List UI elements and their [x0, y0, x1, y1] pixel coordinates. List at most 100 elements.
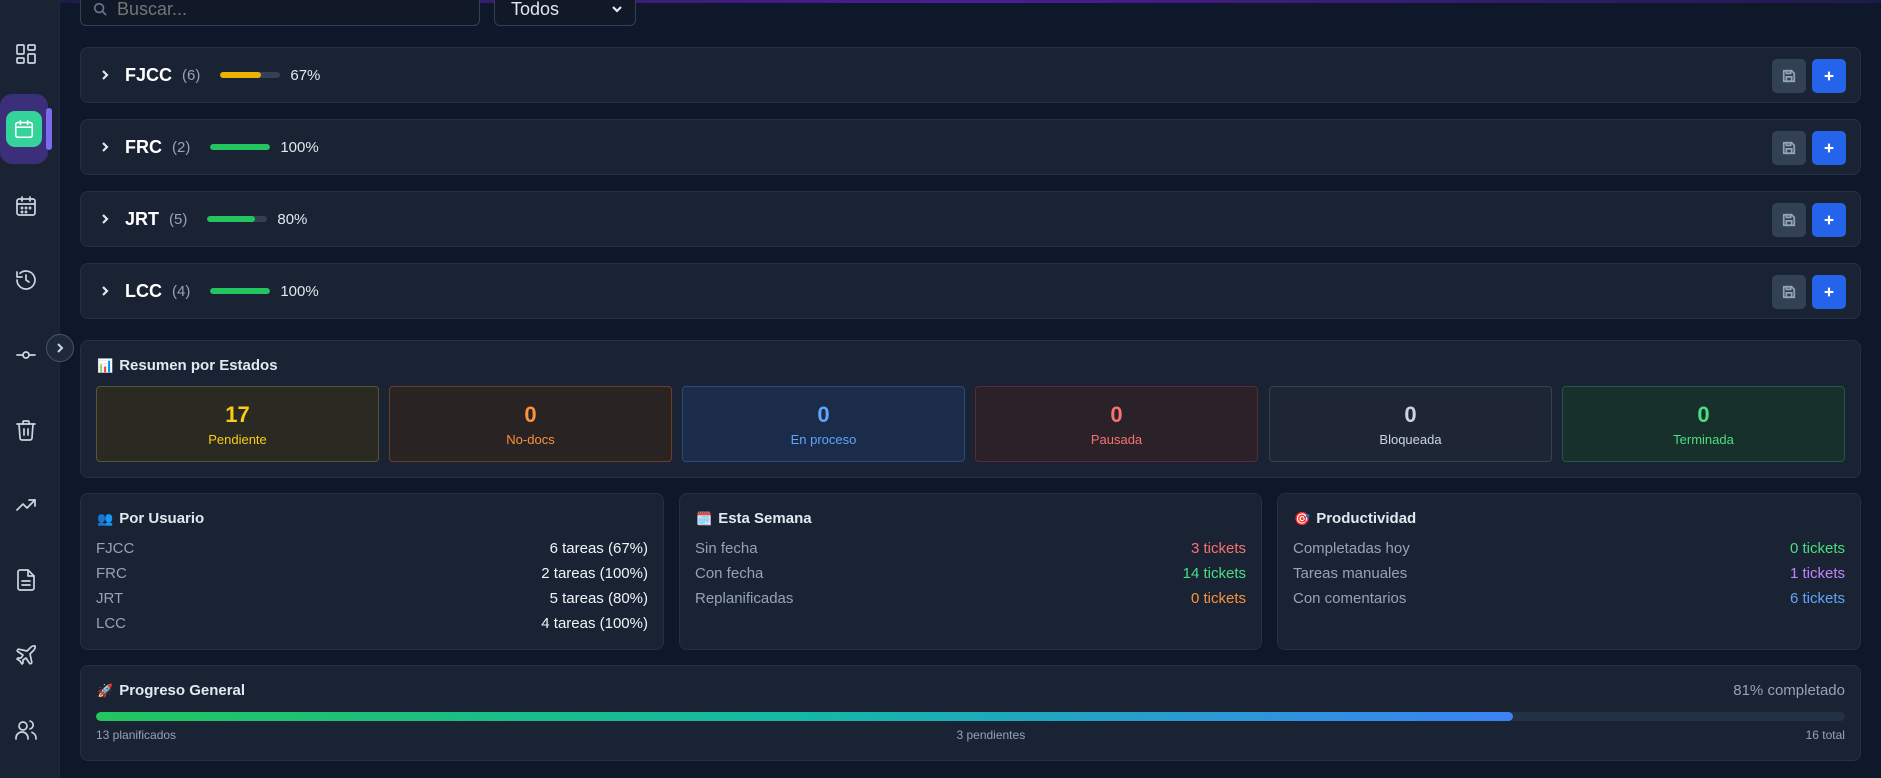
sidebar-item-dashboard[interactable] [6, 34, 46, 74]
rocket-icon: 🚀 [97, 682, 114, 698]
sidebar-item-trends[interactable] [6, 485, 46, 525]
group-progress-bar [220, 72, 281, 78]
search-box[interactable] [80, 0, 480, 26]
plus-icon [1824, 215, 1834, 225]
week-stat-row: Con fecha 14 tickets [695, 565, 1246, 582]
group-progress-fill [207, 216, 256, 222]
sidebar-item-trash[interactable] [6, 410, 46, 450]
history-icon [16, 270, 36, 290]
user-stat-row: FJCC 6 tareas (67%) [96, 540, 648, 557]
status-filter-select[interactable]: Todos [494, 0, 636, 26]
plus-icon [1824, 287, 1834, 297]
week-stat-row: Sin fecha 3 tickets [695, 540, 1246, 557]
save-button[interactable] [1772, 203, 1806, 237]
user-group-row[interactable]: FJCC (6) 67% [80, 47, 1861, 103]
status-card-bloqueada[interactable]: 0 Bloqueada [1269, 386, 1552, 462]
productivity-panel: 🎯 Productividad Completadas hoy 0 tickets… [1277, 493, 1861, 650]
chevron-right-icon[interactable] [99, 141, 111, 153]
search-input[interactable] [117, 0, 437, 20]
save-icon [1782, 69, 1796, 83]
status-card-value: 0 [1404, 401, 1417, 427]
user-group-row[interactable]: LCC (4) 100% [80, 263, 1861, 319]
group-progress-label: 67% [290, 66, 321, 84]
status-summary-panel: 📊 Resumen por Estados 17 Pendiente 0 No-… [80, 340, 1861, 478]
group-progress-fill [220, 72, 261, 78]
chevron-right-icon[interactable] [99, 69, 111, 81]
status-card-value: 0 [817, 401, 830, 427]
calendar-icon: 🗓️ [696, 510, 713, 526]
group-name: FRC [125, 136, 162, 157]
status-summary-title: 📊 Resumen por Estados [97, 357, 278, 374]
user-stat-row: JRT 5 tareas (80%) [96, 590, 648, 607]
overall-progress-percent: 81% completado [1733, 682, 1845, 699]
group-progress-label: 100% [280, 138, 319, 156]
productivity-stat-row: Tareas manuales 1 tickets [1293, 565, 1845, 582]
this-week-title: 🗓️ Esta Semana [696, 510, 812, 527]
add-task-button[interactable] [1812, 59, 1846, 93]
group-count: (4) [172, 282, 191, 300]
overall-progress-title: 🚀 Progreso General [97, 682, 246, 699]
search-icon [93, 2, 107, 16]
users-icon [15, 720, 37, 740]
status-card-no-docs[interactable]: 0 No-docs [389, 386, 672, 462]
add-task-button[interactable] [1812, 203, 1846, 237]
group-count: (5) [169, 210, 188, 228]
group-progress-fill [210, 288, 271, 294]
add-task-button[interactable] [1812, 275, 1846, 309]
group-progress-label: 100% [280, 282, 319, 300]
status-card-value: 17 [225, 401, 250, 427]
sidebar-item-planner[interactable] [0, 94, 52, 164]
users-icon: 👥 [97, 510, 114, 526]
save-button[interactable] [1772, 275, 1806, 309]
user-stat-row: LCC 4 tareas (100%) [96, 615, 648, 632]
group-name: FJCC [125, 64, 173, 85]
calendar-grid-icon [16, 196, 36, 216]
sidebar-item-documents[interactable] [6, 560, 46, 600]
sidebar-item-calendar[interactable] [6, 186, 46, 226]
document-icon [17, 569, 35, 591]
this-week-panel: 🗓️ Esta Semana Sin fecha 3 tickets Con fe… [679, 493, 1262, 650]
status-card-terminada[interactable]: 0 Terminada [1562, 386, 1845, 462]
status-card-en-proceso[interactable]: 0 En proceso [682, 386, 965, 462]
overall-progress-bar [96, 712, 1845, 721]
pending-count: 3 pendientes [956, 728, 1026, 742]
trending-up-icon [16, 499, 36, 511]
group-progress-bar [210, 288, 271, 294]
add-task-button[interactable] [1812, 131, 1846, 165]
save-button[interactable] [1772, 131, 1806, 165]
status-card-pendiente[interactable]: 17 Pendiente [96, 386, 379, 462]
per-user-title: 👥 Por Usuario [97, 510, 205, 527]
status-card-label: Pendiente [208, 431, 267, 447]
save-icon [1782, 141, 1796, 155]
user-group-row[interactable]: FRC (2) 100% [80, 119, 1861, 175]
save-icon [1782, 285, 1796, 299]
chevron-right-icon[interactable] [99, 285, 111, 297]
chevron-right-icon[interactable] [99, 213, 111, 225]
status-card-pausada[interactable]: 0 Pausada [975, 386, 1258, 462]
chevron-down-icon [612, 6, 622, 13]
commit-icon [16, 351, 36, 359]
calendar-icon [14, 119, 34, 139]
status-card-label: Bloqueada [1379, 431, 1442, 447]
group-progress-fill [210, 144, 271, 150]
status-card-label: Terminada [1673, 431, 1734, 447]
plane-icon [16, 644, 37, 665]
user-group-row[interactable]: JRT (5) 80% [80, 191, 1861, 247]
sidebar-expand-button[interactable] [46, 334, 74, 362]
save-button[interactable] [1772, 59, 1806, 93]
status-card-label: No-docs [506, 431, 555, 447]
sidebar-item-commits[interactable] [6, 335, 46, 375]
sidebar-item-travel[interactable] [6, 635, 46, 675]
sidebar [0, 0, 60, 778]
productivity-stat-row: Con comentarios 6 tickets [1293, 590, 1845, 607]
bar-chart-icon: 📊 [97, 357, 114, 373]
plus-icon [1824, 143, 1834, 153]
group-progress-bar [207, 216, 268, 222]
planned-count: 13 planificados [96, 728, 177, 742]
user-stat-row: FRC 2 tareas (100%) [96, 565, 648, 582]
group-progress-label: 80% [277, 210, 308, 228]
sidebar-item-users[interactable] [6, 710, 46, 750]
sidebar-item-history[interactable] [6, 260, 46, 300]
status-filter-value: Todos [511, 0, 560, 19]
status-card-label: En proceso [790, 431, 857, 447]
